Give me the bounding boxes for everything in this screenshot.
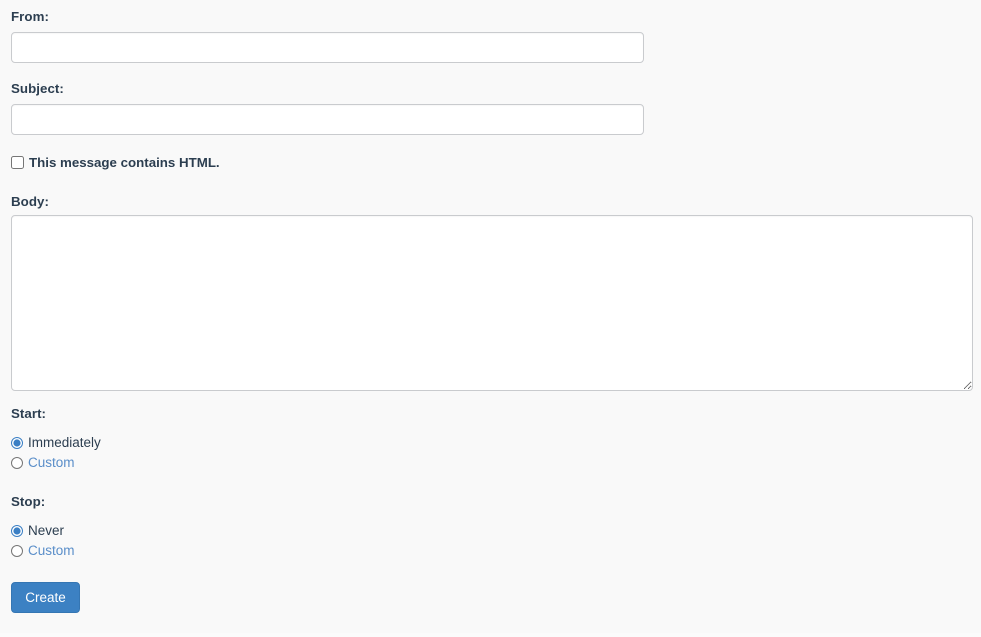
stop-option-custom[interactable]: Custom: [11, 541, 75, 561]
stop-option-never[interactable]: Never: [11, 521, 64, 541]
html-checkbox-row: This message contains HTML.: [11, 156, 220, 169]
stop-custom-label[interactable]: Custom: [28, 544, 75, 558]
subject-input[interactable]: [11, 104, 644, 135]
from-input[interactable]: [11, 32, 644, 63]
stop-custom-radio[interactable]: [11, 545, 23, 557]
start-immediately-label[interactable]: Immediately: [28, 436, 101, 450]
contains-html-checkbox[interactable]: [11, 156, 24, 170]
start-option-custom[interactable]: Custom: [11, 453, 75, 473]
start-label: Start:: [11, 406, 47, 421]
start-option-immediately[interactable]: Immediately: [11, 433, 101, 453]
create-message-form: From: Subject: This message contains HTM…: [0, 0, 981, 637]
body-textarea[interactable]: [11, 215, 973, 391]
stop-label: Stop:: [11, 494, 46, 509]
subject-label: Subject:: [11, 81, 64, 96]
body-label: Body:: [11, 194, 49, 209]
contains-html-label[interactable]: This message contains HTML.: [29, 156, 220, 170]
start-custom-radio[interactable]: [11, 457, 23, 469]
stop-never-label[interactable]: Never: [28, 524, 64, 538]
create-button[interactable]: Create: [11, 582, 80, 613]
from-label: From:: [11, 9, 49, 24]
page-bottom-strip: [0, 633, 981, 637]
start-custom-label[interactable]: Custom: [28, 456, 75, 470]
stop-never-radio[interactable]: [11, 525, 23, 537]
start-immediately-radio[interactable]: [11, 437, 23, 449]
